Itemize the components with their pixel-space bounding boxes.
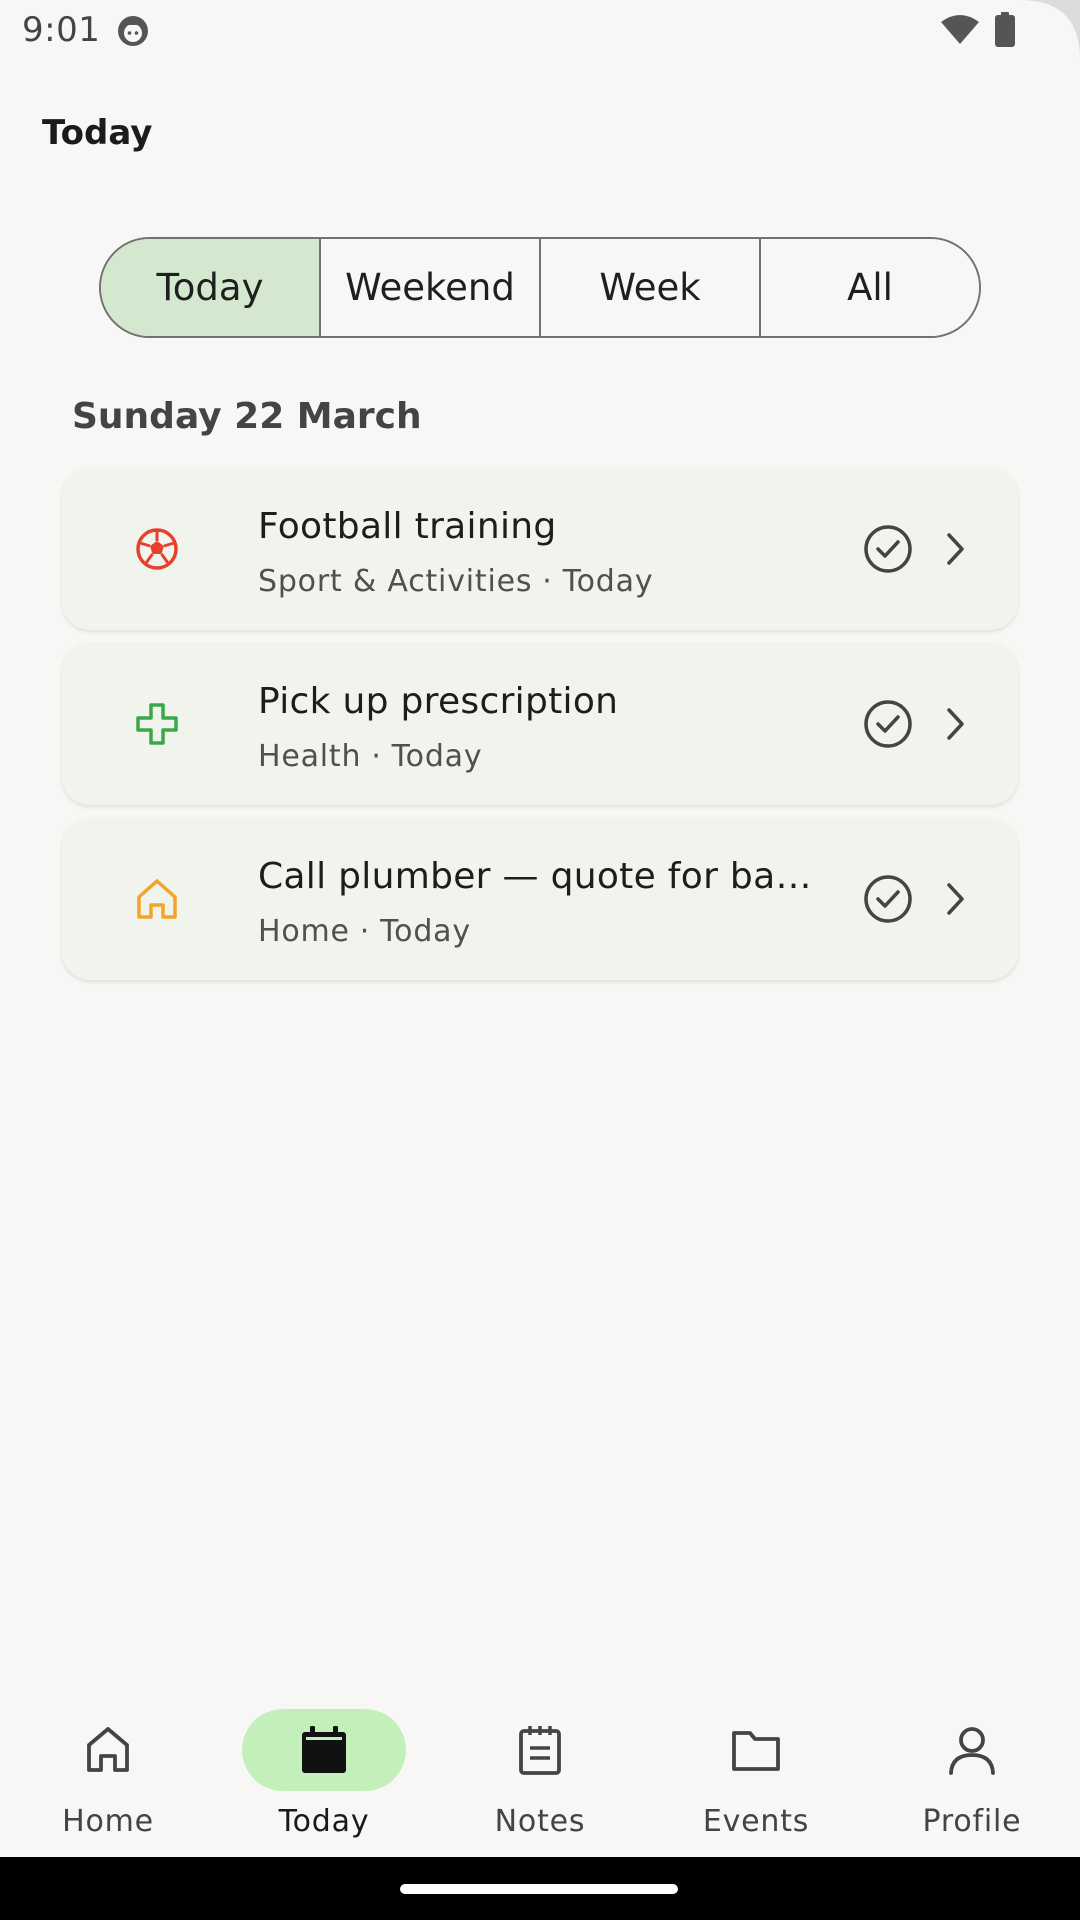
task-due: Today bbox=[562, 564, 654, 599]
nav-item-notes[interactable]: Notes bbox=[432, 1680, 648, 1857]
meta-separator: · bbox=[542, 564, 553, 599]
screen: 9:01 Today Today Weekend Week All Sunday… bbox=[0, 0, 1080, 1920]
complete-check-icon[interactable] bbox=[863, 874, 913, 924]
nav-label: Profile bbox=[922, 1804, 1022, 1839]
folder-icon bbox=[732, 1731, 780, 1771]
tab-today[interactable]: Today bbox=[101, 239, 321, 336]
status-time: 9:01 bbox=[22, 10, 101, 50]
meta-separator: · bbox=[359, 914, 371, 949]
chevron-right-icon[interactable] bbox=[940, 878, 970, 920]
status-icons bbox=[940, 12, 1016, 48]
nav-label: Notes bbox=[494, 1804, 586, 1839]
medical-cross-icon bbox=[136, 703, 178, 745]
notes-icon bbox=[519, 1726, 561, 1775]
calendar-icon bbox=[302, 1726, 346, 1773]
task-title: Football training bbox=[258, 506, 557, 547]
task-meta: Home · Today bbox=[258, 914, 471, 949]
task-title: Call plumber — quote for bath… bbox=[258, 856, 818, 897]
chevron-right-icon[interactable] bbox=[940, 528, 970, 570]
task-due: Today bbox=[380, 914, 471, 949]
page-title: Today bbox=[42, 113, 153, 153]
task-meta: Health · Today bbox=[258, 739, 482, 774]
date-filter-segmented-control: Today Weekend Week All bbox=[99, 237, 981, 338]
home-icon bbox=[87, 1727, 129, 1772]
status-bar: 9:01 bbox=[0, 0, 1080, 64]
nav-label: Events bbox=[702, 1804, 810, 1839]
house-icon bbox=[137, 879, 177, 919]
home-gesture-handle[interactable] bbox=[400, 1884, 678, 1894]
task-card[interactable]: Pick up prescription Health · Today bbox=[62, 643, 1018, 805]
chevron-right-icon[interactable] bbox=[940, 703, 970, 745]
notification-face-icon bbox=[118, 16, 148, 46]
task-category: Health bbox=[258, 739, 362, 774]
person-icon bbox=[949, 1727, 995, 1775]
task-list: Football training Sport & Activities · Tod… bbox=[62, 468, 1018, 993]
system-gesture-bar bbox=[0, 1857, 1080, 1920]
complete-check-icon[interactable] bbox=[863, 699, 913, 749]
task-card[interactable]: Football training Sport & Activities · Tod… bbox=[62, 468, 1018, 630]
task-meta: Sport & Activities · Today bbox=[258, 564, 653, 599]
nav-label: Home bbox=[62, 1804, 154, 1839]
task-category: Home bbox=[258, 914, 350, 949]
wifi-icon bbox=[941, 15, 979, 44]
task-card[interactable]: Call plumber — quote for bath… Home · Toda… bbox=[62, 818, 1018, 980]
screen-corner bbox=[1020, 0, 1080, 60]
section-date-heading: Sunday 22 March bbox=[72, 396, 422, 437]
complete-check-icon[interactable] bbox=[863, 524, 913, 574]
nav-item-events[interactable]: Events bbox=[648, 1680, 864, 1857]
task-due: Today bbox=[391, 739, 483, 774]
tab-weekend[interactable]: Weekend bbox=[321, 239, 541, 336]
meta-separator: · bbox=[371, 739, 382, 774]
nav-item-home[interactable]: Home bbox=[0, 1680, 216, 1857]
bottom-navigation: Home Today Notes Events Profile bbox=[0, 1680, 1080, 1857]
tab-all[interactable]: All bbox=[761, 239, 979, 336]
battery-icon bbox=[995, 12, 1015, 47]
football-icon bbox=[136, 528, 178, 570]
nav-label: Today bbox=[278, 1804, 370, 1839]
tab-week[interactable]: Week bbox=[541, 239, 761, 336]
task-title: Pick up prescription bbox=[258, 681, 619, 722]
task-category: Sport & Activities bbox=[258, 564, 533, 599]
nav-item-profile[interactable]: Profile bbox=[864, 1680, 1080, 1857]
nav-item-today[interactable]: Today bbox=[216, 1680, 432, 1857]
